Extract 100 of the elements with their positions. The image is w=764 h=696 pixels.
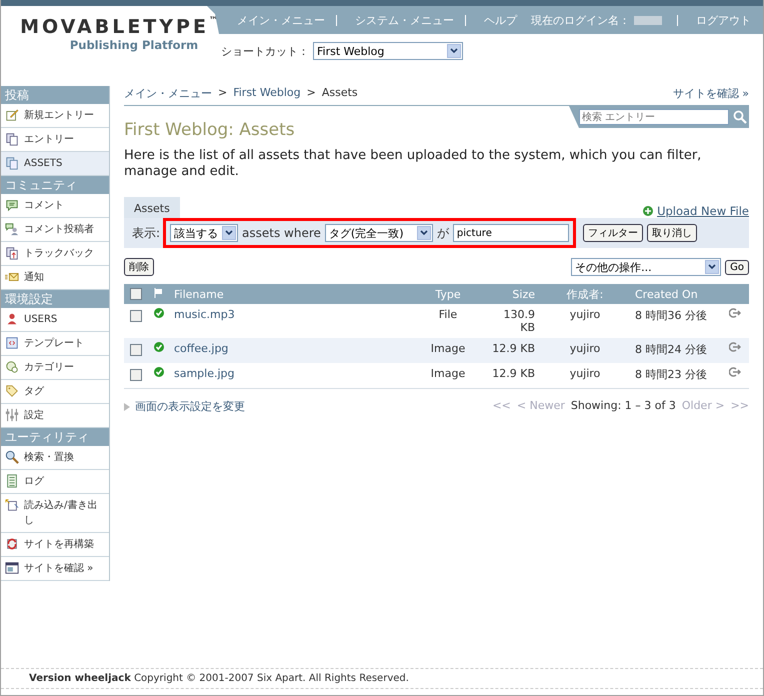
caret-icon bbox=[222, 226, 236, 240]
filter-button[interactable]: フィルター bbox=[582, 224, 643, 242]
window-icon bbox=[5, 561, 19, 575]
tag-icon bbox=[5, 384, 19, 398]
table-cell: 8 時間24 分後 bbox=[631, 338, 725, 363]
filter-label: 表示: bbox=[132, 224, 160, 242]
filename-cell[interactable]: coffee.jpg bbox=[170, 338, 409, 363]
sidebar-item[interactable]: コメント投稿者 bbox=[1, 218, 109, 242]
sidebar-heading: ユーティリティ bbox=[1, 428, 109, 446]
logo: MOVABLETYPE™ Publishing Platform bbox=[19, 15, 219, 54]
table-cell: File bbox=[409, 304, 487, 338]
showing-text: Showing: 1 – 3 of 3 bbox=[570, 399, 676, 414]
go-button[interactable]: Go bbox=[725, 260, 749, 274]
category-icon bbox=[5, 360, 19, 374]
sidebar-item[interactable]: ASSETS bbox=[1, 152, 109, 176]
filter-text: assets where bbox=[242, 226, 321, 240]
page-title: First Weblog: Assets bbox=[124, 120, 295, 140]
sidebar-item[interactable]: カテゴリー bbox=[1, 356, 109, 380]
flag-icon bbox=[154, 288, 163, 298]
view-site-link[interactable]: サイトを確認 » bbox=[672, 86, 749, 101]
sidebar-item[interactable]: サイトを確認 » bbox=[1, 557, 109, 581]
check-circle-icon bbox=[154, 367, 164, 377]
search-icon[interactable] bbox=[733, 110, 747, 124]
magnifier-icon bbox=[5, 450, 19, 464]
column-header: Created On bbox=[631, 284, 725, 304]
blurred-username bbox=[634, 16, 662, 24]
table-cell: yujiro bbox=[539, 304, 631, 338]
check-circle-icon bbox=[154, 308, 164, 318]
copyright-text: Copyright © 2001-2007 Six Apart. All Rights Reserved. bbox=[134, 673, 409, 684]
documents-icon bbox=[5, 132, 19, 146]
display-settings-link[interactable]: 画面の表示設定を変更 bbox=[135, 399, 245, 414]
filename-cell[interactable]: sample.jpg bbox=[170, 363, 409, 388]
sidebar-heading: 投稿 bbox=[1, 86, 109, 104]
caret-icon bbox=[447, 44, 461, 58]
column-header: Type bbox=[409, 284, 487, 304]
arrow-icon[interactable] bbox=[729, 308, 741, 318]
table-cell: Image bbox=[409, 363, 487, 388]
check-circle-icon bbox=[154, 342, 164, 352]
documents-arrow-icon bbox=[5, 246, 19, 260]
login-label: 現在のログイン名： bbox=[531, 12, 630, 28]
template-icon bbox=[5, 336, 19, 350]
field-dropdown[interactable]: タグ(完全一致) bbox=[324, 224, 433, 242]
list-icon bbox=[5, 474, 19, 488]
version-text: Version wheeljack bbox=[29, 673, 131, 684]
sidebar-item[interactable]: トラックバック bbox=[1, 242, 109, 266]
sidebar-item[interactable]: 読み込み/書き出し bbox=[1, 494, 109, 533]
caret-icon bbox=[705, 260, 720, 274]
shortcut-dropdown[interactable]: First Weblog bbox=[313, 42, 463, 60]
sidebar-item[interactable]: USERS bbox=[1, 308, 109, 332]
table-cell: yujiro bbox=[539, 363, 631, 388]
table-cell: yujiro bbox=[539, 338, 631, 363]
rebuild-icon bbox=[5, 537, 19, 551]
pencil-note-icon bbox=[5, 108, 19, 122]
breadcrumb-separator: > bbox=[218, 86, 228, 101]
sidebar-item[interactable]: テンプレート bbox=[1, 332, 109, 356]
column-header: 作成者: bbox=[539, 284, 631, 304]
caret-icon bbox=[416, 226, 431, 240]
arrow-icon[interactable] bbox=[729, 342, 741, 352]
assets-tab[interactable]: Assets bbox=[124, 197, 180, 218]
cancel-button[interactable]: 取り消し bbox=[646, 224, 697, 242]
breadcrumb-link[interactable]: First Weblog bbox=[233, 86, 301, 101]
filter-value-field[interactable]: picture bbox=[452, 224, 569, 242]
intro-text: Here is the list of all assets that have been uploaded to the system, which you can filter, manage and edit. bbox=[124, 148, 702, 180]
row-checkbox[interactable] bbox=[130, 369, 142, 381]
table-cell: 8 時間23 分後 bbox=[631, 363, 725, 388]
breadcrumb-separator: > bbox=[306, 86, 316, 101]
breadcrumb-link[interactable]: メイン・メニュー bbox=[124, 86, 212, 101]
table-cell: Image bbox=[409, 338, 487, 363]
triangle-icon bbox=[124, 402, 130, 410]
table-cell: 130.9 KB bbox=[487, 304, 539, 338]
row-checkbox[interactable] bbox=[130, 310, 142, 322]
filter-text: が bbox=[436, 224, 449, 242]
table-cell: 12.9 KB bbox=[487, 338, 539, 363]
arrow-icon[interactable] bbox=[729, 367, 741, 377]
plus-icon bbox=[643, 206, 654, 216]
match-dropdown[interactable]: 該当する bbox=[170, 224, 238, 242]
sidebar-item[interactable]: 新規エントリー bbox=[1, 104, 109, 128]
table-cell: 12.9 KB bbox=[487, 363, 539, 388]
column-header: Filename bbox=[170, 284, 409, 304]
comment-person-icon bbox=[5, 222, 19, 236]
upload-link[interactable]: Upload New File bbox=[657, 204, 749, 218]
comment-icon bbox=[5, 198, 19, 212]
table-cell: 8 時間36 分後 bbox=[631, 304, 725, 338]
sidebar-item[interactable]: タグ bbox=[1, 380, 109, 404]
documents-icon bbox=[5, 156, 19, 170]
delete-button[interactable]: 削除 bbox=[124, 258, 154, 276]
sidebar-heading: 環境設定 bbox=[1, 290, 109, 308]
filename-cell[interactable]: music.mp3 bbox=[170, 304, 409, 338]
sliders-icon bbox=[5, 408, 19, 422]
shortcut-label: ショートカット： bbox=[221, 44, 309, 58]
search-field[interactable]: 検索 エントリー bbox=[579, 109, 729, 125]
row-checkbox[interactable] bbox=[130, 344, 142, 356]
sidebar-item[interactable]: コメント bbox=[1, 194, 109, 218]
sidebar-item[interactable]: ログ bbox=[1, 470, 109, 494]
person-icon bbox=[5, 312, 19, 326]
select-all-checkbox[interactable] bbox=[130, 288, 142, 300]
more-actions-dropdown[interactable]: その他の操作... bbox=[571, 258, 722, 276]
sidebar-item[interactable]: 検索・置換 bbox=[1, 446, 109, 470]
sidebar-item[interactable]: サイトを再構築 bbox=[1, 533, 109, 557]
sidebar-heading: コミュニティ bbox=[1, 176, 109, 194]
